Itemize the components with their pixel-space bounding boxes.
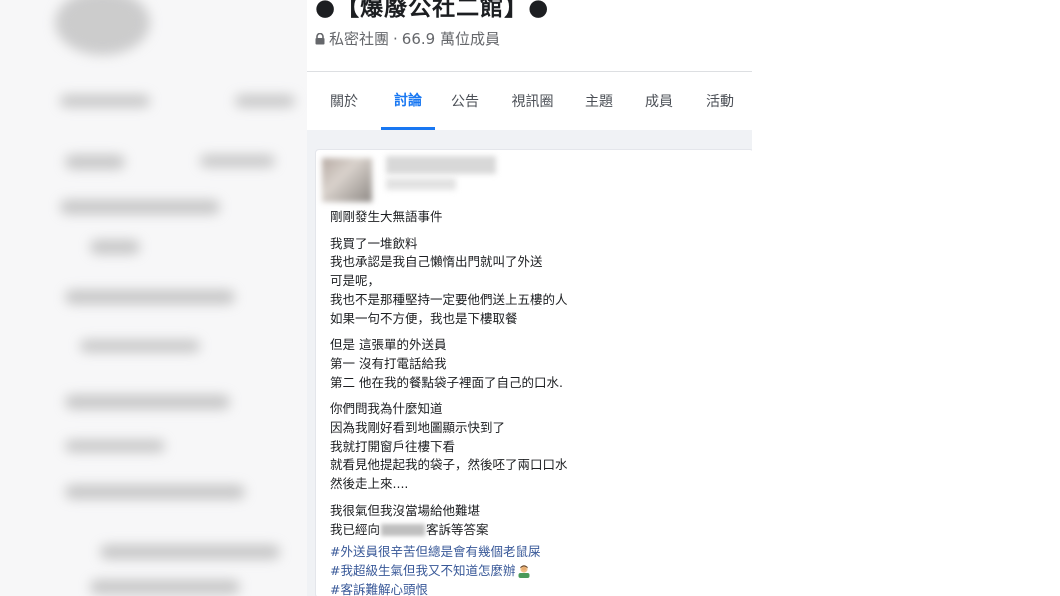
text-line: 第一 沒有打電話給我 [330, 355, 447, 371]
post-card: 剛剛發生大無語事件 我買了一堆飲料 我也承認是我自己懶惰出門就叫了外送 可是呢，… [315, 149, 752, 596]
post-paragraph: 但是 這張單的外送員 第一 沒有打電話給我 第二 他在我的餐點袋子裡面了自己的口… [330, 336, 740, 392]
blurred-row [65, 290, 235, 304]
group-tabs: 關於 討論 公告 視訊圈 主題 成員 活動 [307, 72, 752, 130]
tab-topics[interactable]: 主題 [570, 72, 628, 130]
text-line: 我買了一堆飲料 [330, 235, 418, 251]
blurred-row [65, 440, 165, 452]
text-line: 我也承認是我自己懶惰出門就叫了外送 [330, 254, 543, 270]
text-line: 如果一句不方便，我也是下樓取餐 [330, 310, 518, 326]
redacted-company [381, 524, 426, 537]
author-avatar-blurred[interactable] [322, 158, 372, 202]
post-paragraph: 我很氣但我沒當場給他難堪 我已經向 客訴等答案 [330, 502, 740, 539]
blurred-row [235, 95, 295, 107]
group-privacy: 私密社團 [329, 30, 390, 48]
tab-discussion[interactable]: 討論 [381, 72, 435, 130]
blurred-row [80, 340, 200, 352]
blurred-row [65, 155, 125, 169]
text-line: 因為我剛好看到地圖顯示快到了 [330, 420, 506, 436]
text-line: 就看見他提起我的袋子，然後呸了兩口口水 [330, 457, 568, 473]
man-facepalming-emoji-icon [517, 564, 531, 579]
group-title[interactable]: ●【爆廢公社二館】● [315, 0, 549, 22]
tab-members[interactable]: 成員 [628, 72, 690, 130]
blurred-row [100, 545, 280, 559]
text-line: 你們問我為什麼知道 [330, 401, 443, 417]
blurred-row [65, 485, 245, 499]
hashtag-link[interactable]: #外送員很辛苦但總是會有幾個老鼠屎 [330, 543, 740, 562]
post-headline: 剛剛發生大無語事件 [330, 208, 740, 227]
blurred-avatar [55, 0, 150, 55]
blurred-row [90, 240, 140, 254]
text-fragment: 客訴等答案 [426, 521, 489, 537]
blurred-row [65, 395, 230, 409]
hashtag-link[interactable]: #我超級生氣但我又不知道怎麼辦 [330, 563, 515, 578]
post-timestamp-blurred[interactable] [386, 178, 456, 190]
group-meta: 私密社團 · 66.9 萬位成員 [315, 28, 500, 49]
post-paragraph: 你們問我為什麼知道 因為我剛好看到地圖顯示快到了 我就打開窗戶往樓下看 就看見他… [330, 400, 740, 494]
hashtag-row: #我超級生氣但我又不知道怎麼辦 [330, 562, 740, 581]
group-members[interactable]: 66.9 萬位成員 [402, 28, 500, 49]
blurred-row [60, 95, 150, 107]
text-fragment: 我已經向 [330, 521, 381, 537]
tab-about[interactable]: 關於 [307, 72, 381, 130]
tab-events[interactable]: 活動 [690, 72, 750, 130]
hashtag-list: #外送員很辛苦但總是會有幾個老鼠屎 #我超級生氣但我又不知道怎麼辦 #客訴難解心… [330, 543, 740, 596]
hashtag-link[interactable]: #客訴難解心頭恨 [330, 581, 740, 596]
text-line: 我也不是那種堅持一定要他們送上五樓的人 [330, 291, 568, 307]
text-line: 可是呢， [330, 273, 381, 289]
text-line: 我就打開窗戶往樓下看 [330, 438, 456, 454]
tab-watch-party[interactable]: 視訊圈 [495, 72, 570, 130]
blurred-background [0, 0, 310, 596]
text-line: 但是 這張單的外送員 [330, 337, 447, 353]
text-line: 剛剛發生大無語事件 [330, 209, 443, 224]
blurred-row [200, 155, 275, 167]
blurred-row [60, 200, 220, 214]
post-body: 剛剛發生大無語事件 我買了一堆飲料 我也承認是我自己懶惰出門就叫了外送 可是呢，… [330, 208, 740, 596]
meta-separator: · [393, 29, 398, 48]
text-line: 我已經向 客訴等答案 [330, 521, 740, 540]
tab-announcements[interactable]: 公告 [435, 72, 495, 130]
author-name-blurred[interactable] [386, 156, 496, 174]
lock-icon [315, 33, 325, 45]
post-paragraph: 我買了一堆飲料 我也承認是我自己懶惰出門就叫了外送 可是呢， 我也不是那種堅持一… [330, 235, 740, 329]
blurred-row [90, 580, 240, 594]
text-line: 第二 他在我的餐點袋子裡面了自己的口水. [330, 374, 563, 390]
group-page: ●【爆廢公社二館】● 私密社團 · 66.9 萬位成員 關於 討論 公告 視訊圈… [307, 0, 752, 596]
text-line: 我很氣但我沒當場給他難堪 [330, 502, 481, 518]
text-line: 然後走上來.... [330, 476, 409, 492]
